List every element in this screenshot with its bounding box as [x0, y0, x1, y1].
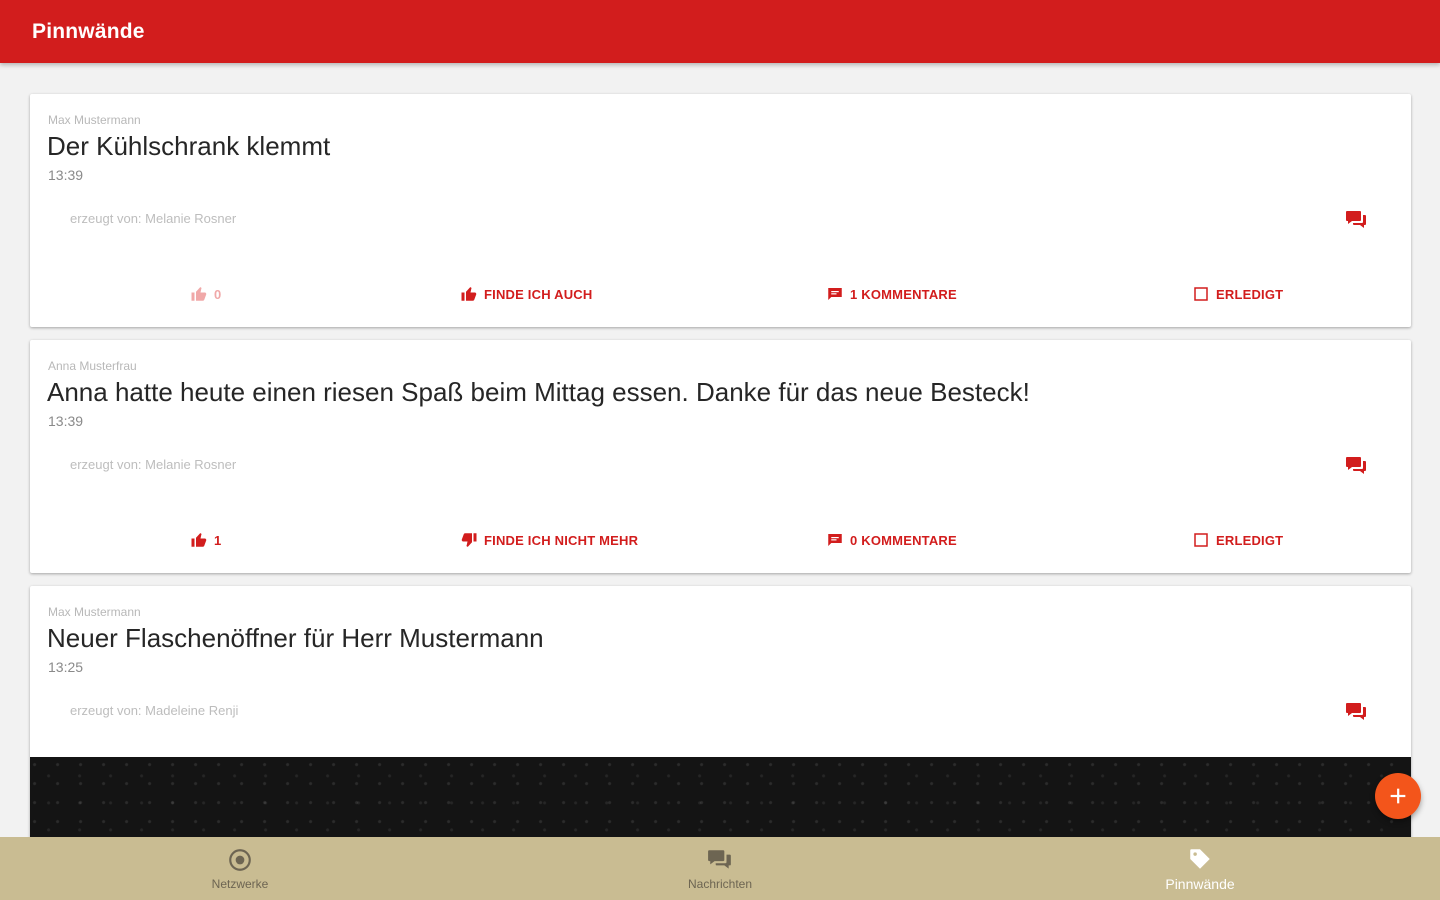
card-title: Neuer Flaschenöffner für Herr Mustermann — [47, 623, 544, 653]
page-title: Pinnwände — [32, 20, 145, 43]
unlike-button[interactable]: FINDE ICH NICHT MEHR — [460, 526, 638, 554]
app-bar: Pinnwände — [0, 0, 1440, 63]
chat-icon[interactable] — [1345, 702, 1367, 720]
add-pin-button[interactable] — [1375, 773, 1421, 819]
done-checkbox[interactable]: ERLEDIGT — [1192, 280, 1283, 308]
card-author: Max Mustermann — [48, 605, 141, 619]
chat-icon — [708, 849, 731, 869]
plus-icon — [1390, 788, 1406, 804]
tag-icon — [1190, 848, 1210, 869]
nav-label: Pinnwände — [1165, 875, 1235, 892]
bottom-navigation: Netzwerke Nachrichten Pinnwände — [0, 837, 1440, 900]
pin-card[interactable]: Anna Musterfrau Anna hatte heute einen r… — [30, 340, 1411, 573]
card-title: Anna hatte heute einen riesen Spaß beim … — [47, 377, 1030, 407]
comments-button[interactable]: 0 KOMMENTARE — [826, 526, 957, 554]
card-author: Anna Musterfrau — [48, 359, 137, 373]
card-author: Max Mustermann — [48, 113, 141, 127]
chat-icon[interactable] — [1345, 210, 1367, 228]
nav-item-pinnwaende[interactable]: Pinnwände — [960, 837, 1440, 900]
like-button-label: FINDE ICH AUCH — [484, 286, 593, 302]
card-creator: erzeugt von: Melanie Rosner — [70, 457, 237, 472]
checkbox-icon — [1194, 533, 1208, 547]
comment-icon — [828, 288, 842, 300]
done-label: ERLEDIGT — [1216, 286, 1284, 302]
card-time: 13:39 — [48, 167, 84, 183]
network-icon — [229, 848, 251, 871]
card-time: 13:25 — [48, 659, 84, 675]
comments-button-label: 0 KOMMENTARE — [850, 532, 957, 548]
card-creator: erzeugt von: Madeleine Renji — [70, 703, 239, 718]
thumbs-up-icon — [461, 287, 477, 301]
card-creator: erzeugt von: Melanie Rosner — [70, 211, 237, 226]
nav-item-netzwerke[interactable]: Netzwerke — [0, 837, 480, 900]
checkbox-icon — [1194, 287, 1208, 301]
chat-icon[interactable] — [1345, 456, 1367, 474]
pinboard-list: Max Mustermann Der Kühlschrank klemmt 13… — [0, 63, 1440, 837]
comment-icon — [828, 534, 842, 546]
comments-button-label: 1 KOMMENTARE — [850, 286, 957, 302]
likes-count: 0 — [190, 280, 221, 308]
likes-value: 1 — [214, 532, 222, 548]
card-image — [30, 757, 1411, 837]
likes-count: 1 — [190, 526, 221, 554]
done-checkbox[interactable]: ERLEDIGT — [1192, 526, 1283, 554]
card-actions: 0 FINDE ICH AUCH 1 KOMMENTARE ERLEDIGT — [30, 280, 1411, 308]
nav-label: Netzwerke — [211, 876, 269, 891]
comments-button[interactable]: 1 KOMMENTARE — [826, 280, 957, 308]
card-actions: 1 FINDE ICH NICHT MEHR 0 KOMMENTARE ERLE… — [30, 526, 1411, 554]
nav-label: Nachrichten — [687, 876, 753, 891]
done-label: ERLEDIGT — [1216, 532, 1284, 548]
likes-value: 0 — [214, 286, 222, 302]
card-time: 13:39 — [48, 413, 84, 429]
unlike-button-label: FINDE ICH NICHT MEHR — [484, 532, 639, 548]
thumbs-up-icon — [191, 287, 207, 301]
thumbs-up-icon — [191, 533, 207, 547]
pin-card[interactable]: Max Mustermann Der Kühlschrank klemmt 13… — [30, 94, 1411, 327]
nav-item-nachrichten[interactable]: Nachrichten — [480, 837, 960, 900]
thumbs-down-icon — [461, 533, 477, 547]
like-button[interactable]: FINDE ICH AUCH — [460, 280, 592, 308]
card-title: Der Kühlschrank klemmt — [47, 131, 331, 161]
